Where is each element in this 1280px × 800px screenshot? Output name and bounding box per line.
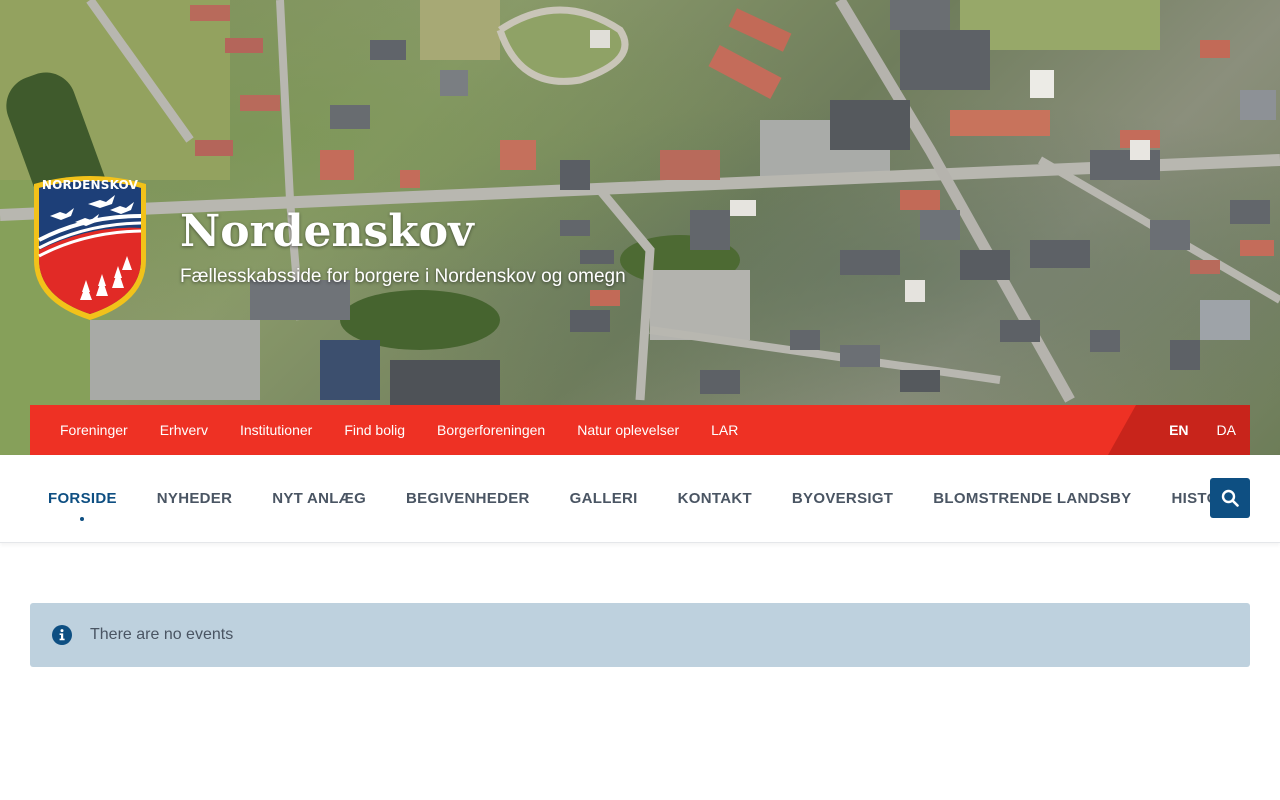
- top-links-bar: Foreninger Erhverv Institutioner Find bo…: [30, 405, 1250, 455]
- lang-en[interactable]: EN: [1169, 422, 1188, 438]
- top-link-lar[interactable]: LAR: [695, 422, 754, 438]
- top-link-erhverv[interactable]: Erhverv: [144, 422, 224, 438]
- hero-banner: NORDENSKOV Nordenskov Fællesskabsside fo…: [0, 0, 1280, 455]
- main-navigation: FORSIDE NYHEDER NYT ANLÆG BEGIVENHEDER G…: [0, 455, 1280, 543]
- notice-text: There are no events: [90, 626, 234, 643]
- top-link-natur-oplevelser[interactable]: Natur oplevelser: [561, 422, 695, 438]
- top-link-borgerforeningen[interactable]: Borgerforeningen: [421, 422, 561, 438]
- logo-text: NORDENSKOV: [41, 178, 139, 192]
- nordenskov-coat-of-arms-logo[interactable]: NORDENSKOV: [30, 170, 150, 322]
- search-icon: [1221, 489, 1239, 507]
- top-link-institutioner[interactable]: Institutioner: [224, 422, 328, 438]
- top-links: Foreninger Erhverv Institutioner Find bo…: [30, 422, 754, 438]
- top-link-foreninger[interactable]: Foreninger: [44, 422, 144, 438]
- top-link-find-bolig[interactable]: Find bolig: [328, 422, 421, 438]
- lang-da[interactable]: DA: [1217, 422, 1236, 438]
- nav-item-forside[interactable]: FORSIDE: [28, 490, 137, 521]
- nav-item-blomstrende-landsby[interactable]: BLOMSTRENDE LANDSBY: [913, 490, 1151, 507]
- language-switcher: EN DA: [1108, 405, 1250, 455]
- info-icon: [52, 625, 72, 645]
- site-title[interactable]: Nordenskov: [180, 206, 474, 257]
- nav-item-galleri[interactable]: GALLERI: [550, 490, 658, 507]
- nav-item-nyheder[interactable]: NYHEDER: [137, 490, 252, 507]
- nav-item-byoversigt[interactable]: BYOVERSIGT: [772, 490, 913, 507]
- site-tagline: Fællesskabsside for borgere i Nordenskov…: [180, 266, 626, 287]
- search-button[interactable]: [1210, 478, 1250, 518]
- nav-item-begivenheder[interactable]: BEGIVENHEDER: [386, 490, 550, 507]
- nav-item-nyt-anlaeg[interactable]: NYT ANLÆG: [252, 490, 386, 507]
- nav-item-kontakt[interactable]: KONTAKT: [658, 490, 772, 507]
- no-events-notice: There are no events: [30, 603, 1250, 667]
